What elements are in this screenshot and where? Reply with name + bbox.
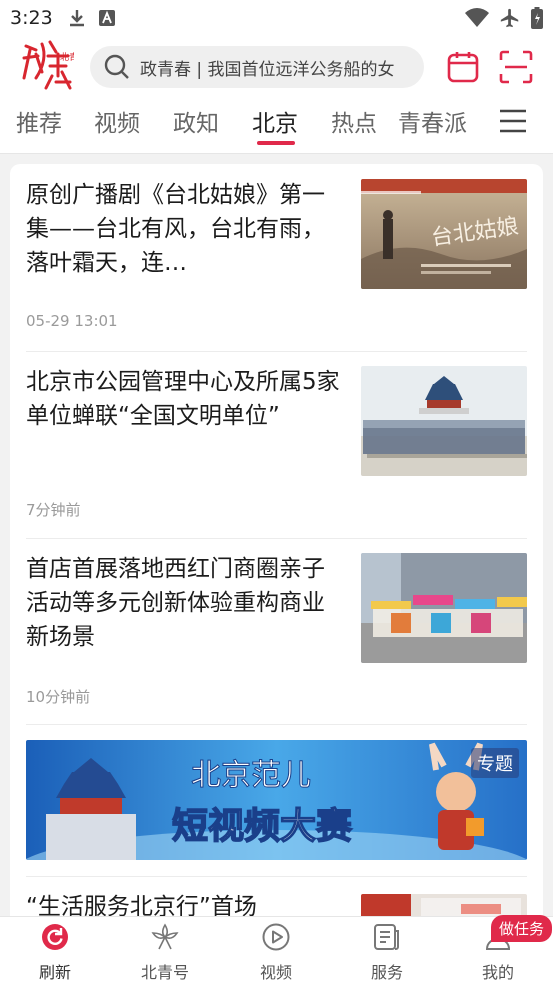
app-header: 北青 政青春 | 我国首位远洋公务船的女 bbox=[0, 36, 553, 98]
news-thumbnail bbox=[361, 553, 527, 663]
bottom-navigation: 刷新 北青号 视频 服务 我的 bbox=[0, 916, 553, 983]
banner-text-top: 北京范儿 bbox=[191, 758, 311, 793]
nav-label: 服务 bbox=[370, 963, 403, 982]
flower-icon bbox=[151, 923, 179, 950]
news-time: 05-29 13:01 bbox=[26, 312, 118, 330]
tab-beijing[interactable]: 北京 bbox=[252, 104, 298, 138]
wifi-icon bbox=[465, 8, 489, 27]
refresh-icon bbox=[42, 924, 68, 950]
tab-politics[interactable]: 政知 bbox=[173, 104, 219, 138]
search-bar[interactable]: 政青春 | 我国首位远洋公务船的女 bbox=[90, 46, 424, 88]
nav-label: 北青号 bbox=[140, 963, 189, 982]
news-thumbnail: 台北姑娘 bbox=[361, 179, 527, 289]
news-thumbnail bbox=[361, 894, 527, 916]
divider bbox=[26, 724, 527, 725]
nav-label: 刷新 bbox=[38, 963, 71, 982]
news-time: 10分钟前 bbox=[26, 688, 91, 706]
nav-video[interactable]: 视频 bbox=[231, 917, 321, 983]
channel-tabs: 推荐 视频 政知 北京 热点 青春派 bbox=[0, 98, 553, 154]
play-circle-icon bbox=[262, 923, 290, 951]
news-time: 7分钟前 bbox=[26, 501, 81, 519]
battery-icon bbox=[531, 7, 543, 29]
divider bbox=[26, 876, 527, 877]
topic-badge: 专题 bbox=[471, 748, 519, 778]
status-bar: 3:23 bbox=[0, 0, 553, 36]
font-app-icon bbox=[98, 10, 115, 26]
banner-image: 北京范儿 短视频大赛 bbox=[26, 740, 527, 860]
divider bbox=[26, 538, 527, 539]
task-badge[interactable]: 做任务 bbox=[491, 915, 553, 942]
news-title: “生活服务北京行”首场 bbox=[26, 894, 257, 916]
tab-video[interactable]: 视频 bbox=[94, 104, 140, 138]
tab-hot[interactable]: 热点 bbox=[331, 104, 377, 138]
news-title: 原创广播剧《台北姑娘》第一集——台北有风，台北有雨，落叶霜天，连… bbox=[26, 182, 325, 276]
download-icon bbox=[69, 10, 84, 27]
tab-youth[interactable]: 青春派 bbox=[398, 104, 467, 138]
menu-icon[interactable] bbox=[499, 108, 527, 134]
news-title: 北京市公园管理中心及所属5家单位蝉联“全国文明单位” bbox=[26, 369, 340, 429]
nav-service[interactable]: 服务 bbox=[342, 917, 432, 983]
nav-refresh[interactable]: 刷新 bbox=[10, 917, 100, 983]
service-doc-icon bbox=[374, 924, 399, 950]
tab-recommend[interactable]: 推荐 bbox=[16, 104, 62, 138]
nav-label: 视频 bbox=[259, 963, 292, 982]
logo-text: 北青 bbox=[60, 51, 74, 63]
news-title: 首店首展落地西红门商圈亲子活动等多元创新体验重构商业新场景 bbox=[26, 556, 325, 650]
topic-banner[interactable]: 北京范儿 短视频大赛 专题 bbox=[26, 740, 527, 860]
active-tab-indicator bbox=[257, 141, 295, 145]
clock: 3:23 bbox=[10, 7, 53, 29]
search-placeholder: 政青春 | 我国首位远洋公务船的女 bbox=[140, 59, 395, 80]
app-logo[interactable]: 北青 bbox=[20, 36, 74, 94]
nav-label: 我的 bbox=[481, 963, 514, 982]
divider bbox=[26, 351, 527, 352]
news-thumbnail bbox=[361, 366, 527, 476]
news-feed: 原创广播剧《台北姑娘》第一集——台北有风，台北有雨，落叶霜天，连… 05-29 … bbox=[10, 164, 543, 916]
banner-text-main: 短视频大赛 bbox=[172, 806, 353, 847]
scan-icon[interactable] bbox=[499, 50, 533, 84]
search-icon bbox=[104, 54, 129, 79]
nav-beiqing-hao[interactable]: 北青号 bbox=[120, 917, 210, 983]
airplane-icon bbox=[500, 8, 519, 28]
calendar-icon[interactable] bbox=[446, 50, 480, 84]
